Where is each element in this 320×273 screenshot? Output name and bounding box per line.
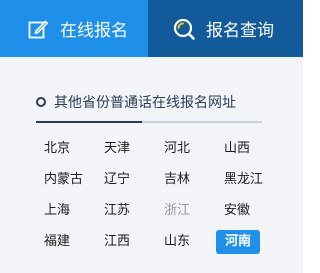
tab-bar: 在线报名 报名查询 bbox=[0, 0, 303, 57]
edit-icon bbox=[26, 17, 50, 41]
province-link-anhui[interactable]: 安徽 bbox=[224, 199, 274, 223]
tab-online-registration-label: 在线报名 bbox=[60, 21, 128, 41]
province-link-tianjin[interactable]: 天津 bbox=[104, 137, 154, 161]
province-link-liaoning[interactable]: 辽宁 bbox=[104, 168, 154, 192]
search-icon bbox=[172, 17, 196, 41]
section-heading: 其他省份普通话在线报名网址 bbox=[36, 92, 236, 112]
province-link-henan[interactable]: 河南 bbox=[216, 230, 260, 254]
tab-online-registration[interactable]: 在线报名 bbox=[0, 0, 148, 57]
province-link-shanghai[interactable]: 上海 bbox=[44, 199, 94, 223]
province-link-beijing[interactable]: 北京 bbox=[44, 137, 94, 161]
province-link-fujian[interactable]: 福建 bbox=[44, 230, 94, 254]
tab-registration-query[interactable]: 报名查询 bbox=[148, 0, 303, 57]
section-heading-label: 其他省份普通话在线报名网址 bbox=[54, 95, 236, 111]
province-link-jiangxi[interactable]: 江西 bbox=[104, 230, 154, 254]
tab-registration-query-label: 报名查询 bbox=[206, 21, 274, 41]
province-link-jiangsu[interactable]: 江苏 bbox=[104, 199, 154, 223]
province-link-heilongjiang[interactable]: 黑龙江 bbox=[224, 168, 274, 192]
registration-widget: 在线报名 报名查询 其他省份普通话在线报名网址 北京 天津 河北 山西 内蒙古 bbox=[0, 0, 303, 273]
province-link-neimenggu[interactable]: 内蒙古 bbox=[44, 168, 94, 192]
province-link-zhejiang[interactable]: 浙江 bbox=[164, 199, 214, 223]
province-panel: 其他省份普通话在线报名网址 北京 天津 河北 山西 内蒙古 辽宁 吉林 黑龙江 … bbox=[0, 57, 303, 273]
circle-bullet-icon bbox=[36, 97, 46, 107]
heading-underline bbox=[36, 121, 262, 123]
province-link-hebei[interactable]: 河北 bbox=[164, 137, 214, 161]
province-link-shandong[interactable]: 山东 bbox=[164, 230, 214, 254]
province-link-jilin[interactable]: 吉林 bbox=[164, 168, 214, 192]
province-link-shanxi[interactable]: 山西 bbox=[224, 137, 274, 161]
